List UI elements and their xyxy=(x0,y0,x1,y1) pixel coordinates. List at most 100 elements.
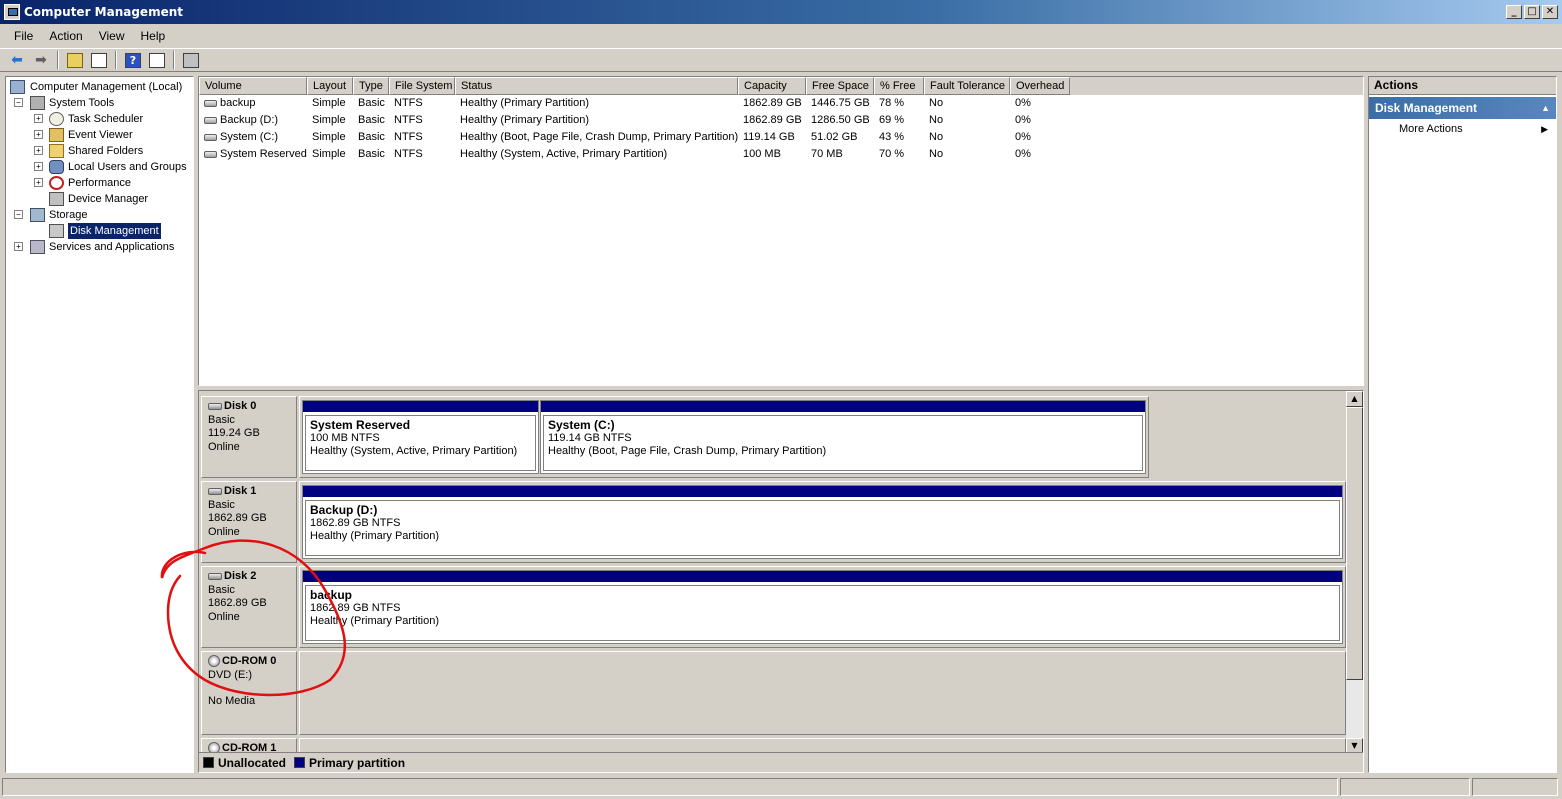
disk-size: 1862.89 GB xyxy=(208,512,267,524)
table-cell: 1862.89 GB xyxy=(743,97,802,109)
disk-1-label[interactable]: Disk 1 Basic 1862.89 GB Online xyxy=(201,481,297,563)
actions-section-title: Disk Management xyxy=(1375,101,1478,115)
tree-label: Local Users and Groups xyxy=(68,161,187,173)
partition-name: System (C:) xyxy=(548,418,615,432)
maximize-button[interactable]: □ xyxy=(1524,5,1540,19)
actions-section-disk-management[interactable]: Disk Management ▲ xyxy=(1369,97,1556,119)
table-cell: No xyxy=(929,97,944,109)
table-cell: No xyxy=(929,131,944,143)
volume-icon xyxy=(204,133,217,141)
partition-system-c[interactable]: System (C:) 119.14 GB NTFS Healthy (Boot… xyxy=(540,400,1146,474)
table-cell: 0% xyxy=(1015,148,1031,160)
column-header-layout[interactable]: Layout xyxy=(307,77,353,95)
tree-item-task-scheduler[interactable]: + Task Scheduler xyxy=(10,111,193,127)
table-row[interactable]: backup Simple Basic NTFS Healthy (Primar… xyxy=(199,95,1363,112)
tree-item-local-users[interactable]: + Local Users and Groups xyxy=(10,159,193,175)
properties-icon[interactable] xyxy=(180,50,202,70)
cdrom-0-area xyxy=(299,651,1346,735)
volume-icon xyxy=(204,99,217,107)
expand-icon[interactable]: + xyxy=(34,178,43,187)
table-cell: 70 MB xyxy=(811,148,843,160)
tree-item-storage[interactable]: − Storage xyxy=(10,207,193,223)
tree-item-system-tools[interactable]: − System Tools xyxy=(10,95,193,111)
tree-item-performance[interactable]: + Performance xyxy=(10,175,193,191)
column-header-capacity[interactable]: Capacity xyxy=(738,77,806,95)
partition-system-reserved[interactable]: System Reserved 100 MB NTFS Healthy (Sys… xyxy=(302,400,539,474)
show-hide-console-tree-icon[interactable] xyxy=(88,50,110,70)
table-row[interactable]: System (C:) Simple Basic NTFS Healthy (B… xyxy=(199,129,1363,146)
submenu-arrow-icon: ▶ xyxy=(1541,124,1548,134)
disk-name: Disk 0 xyxy=(224,400,257,412)
tree-item-disk-management[interactable]: Disk Management xyxy=(10,222,193,240)
collapse-up-icon[interactable]: ▲ xyxy=(1541,97,1550,119)
more-actions-item[interactable]: More Actions ▶ xyxy=(1369,119,1556,139)
minimize-button[interactable]: _ xyxy=(1506,5,1522,19)
table-cell: NTFS xyxy=(394,114,423,126)
console-tree: Computer Management (Local) − System Too… xyxy=(5,76,194,773)
partition-backup[interactable]: backup 1862.89 GB NTFS Healthy (Primary … xyxy=(302,570,1343,644)
partition-size: 100 MB NTFS xyxy=(310,432,380,444)
partition-backup-d[interactable]: Backup (D:) 1862.89 GB NTFS Healthy (Pri… xyxy=(302,485,1343,559)
collapse-icon[interactable]: − xyxy=(14,98,23,107)
show-hide-action-pane-icon[interactable] xyxy=(146,50,168,70)
column-header-file-system[interactable]: File System xyxy=(389,77,455,95)
close-button[interactable]: ✕ xyxy=(1542,5,1558,19)
disk-map-scrollbar[interactable]: ▲ ▼ xyxy=(1346,391,1363,754)
column-header-type[interactable]: Type xyxy=(353,77,389,95)
toolbar-separator xyxy=(57,51,59,69)
partition-status: Healthy (Boot, Page File, Crash Dump, Pr… xyxy=(548,445,827,457)
cdrom-0-label[interactable]: CD-ROM 0 DVD (E:) No Media xyxy=(201,651,297,735)
table-cell: 78 % xyxy=(879,97,905,109)
hard-disk-icon xyxy=(208,572,222,580)
column-header-overhead[interactable]: Overhead xyxy=(1010,77,1070,95)
back-arrow-icon[interactable]: ⬅ xyxy=(6,50,28,70)
legend-unallocated: Unallocated xyxy=(218,755,287,770)
disk-type: Basic xyxy=(208,413,235,426)
menu-view[interactable]: View xyxy=(91,27,133,45)
column-header-fault-tolerance[interactable]: Fault Tolerance xyxy=(924,77,1010,95)
table-cell: Simple xyxy=(312,97,346,109)
collapse-icon[interactable]: − xyxy=(14,210,23,219)
tree-label: Computer Management (Local) xyxy=(30,81,183,93)
up-one-level-icon[interactable] xyxy=(64,50,86,70)
expand-icon[interactable]: + xyxy=(34,162,43,171)
table-row[interactable]: System Reserved Simple Basic NTFS Health… xyxy=(199,146,1363,163)
column-header-status[interactable]: Status xyxy=(455,77,738,95)
window-title: Computer Management xyxy=(24,5,183,19)
primary-partition-bar xyxy=(303,401,538,412)
expand-icon[interactable]: + xyxy=(34,114,43,123)
partition-status: Healthy (Primary Partition) xyxy=(310,615,439,627)
storage-icon xyxy=(30,208,45,222)
primary-partition-bar xyxy=(541,401,1145,412)
tree-item-device-manager[interactable]: Device Manager xyxy=(10,191,193,207)
expand-icon[interactable]: + xyxy=(14,242,23,251)
column-header-free-space[interactable]: Free Space xyxy=(806,77,874,95)
column-header-percent-free[interactable]: % Free xyxy=(874,77,924,95)
expand-icon[interactable]: + xyxy=(34,146,43,155)
forward-arrow-icon[interactable]: ➡ xyxy=(30,50,52,70)
partition-size: 119.14 GB NTFS xyxy=(548,432,632,444)
tree-item-root[interactable]: Computer Management (Local) xyxy=(10,79,193,95)
expand-icon[interactable]: + xyxy=(34,130,43,139)
menu-file[interactable]: File xyxy=(6,27,41,45)
tools-icon xyxy=(30,96,45,110)
scroll-thumb[interactable] xyxy=(1346,407,1363,680)
tree-item-services[interactable]: + Services and Applications xyxy=(10,239,193,255)
help-icon[interactable]: ? xyxy=(122,50,144,70)
tree-item-shared-folders[interactable]: + Shared Folders xyxy=(10,143,193,159)
disk-name: Disk 1 xyxy=(224,485,257,497)
table-cell: 70 % xyxy=(879,148,905,160)
menu-action[interactable]: Action xyxy=(41,27,90,45)
table-cell: Healthy (Primary Partition) xyxy=(460,114,589,126)
disk-0-label[interactable]: Disk 0 Basic 119.24 GB Online xyxy=(201,396,297,478)
partition-status: Healthy (System, Active, Primary Partiti… xyxy=(310,445,518,457)
volume-name: System (C:) xyxy=(220,131,279,143)
table-row[interactable]: Backup (D:) Simple Basic NTFS Healthy (P… xyxy=(199,112,1363,129)
tree-item-event-viewer[interactable]: + Event Viewer xyxy=(10,127,193,143)
menu-help[interactable]: Help xyxy=(133,27,174,45)
column-header-volume[interactable]: Volume xyxy=(199,77,307,95)
scroll-up-icon[interactable]: ▲ xyxy=(1346,391,1363,407)
volume-cell: System Reserved xyxy=(199,146,307,163)
table-cell: NTFS xyxy=(394,131,423,143)
disk-2-label[interactable]: Disk 2 Basic 1862.89 GB Online xyxy=(201,566,297,648)
